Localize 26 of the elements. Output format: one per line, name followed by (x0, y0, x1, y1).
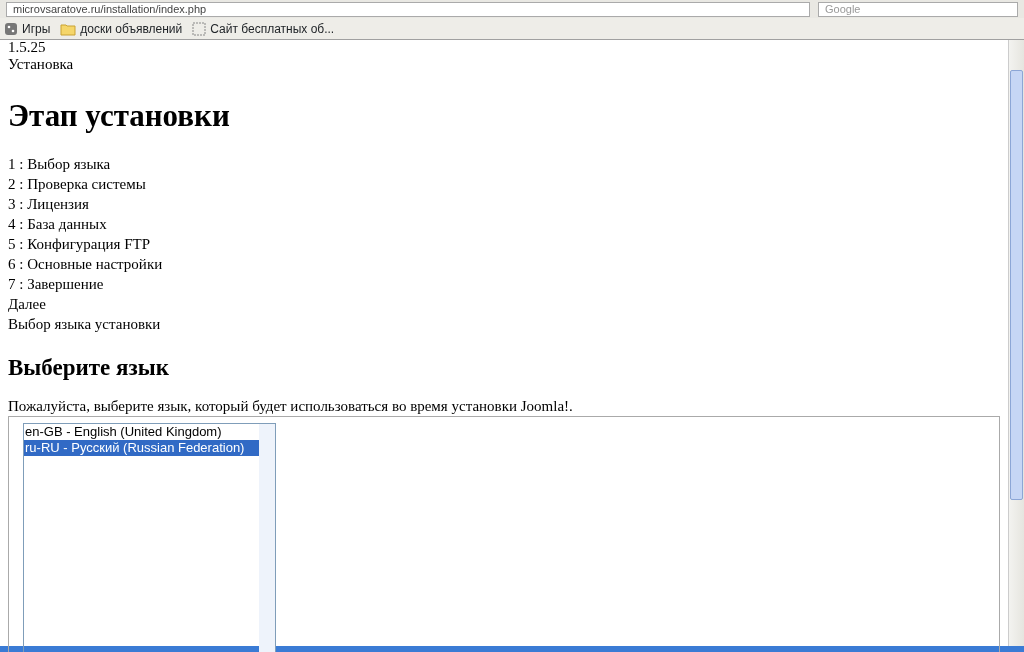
instructions-text: Пожалуйста, выберите язык, который будет использоваться во время установки Joomla!. (8, 397, 574, 416)
next-link[interactable]: Далее (8, 294, 1000, 314)
page-icon (192, 21, 207, 36)
scrollbar-thumb[interactable] (1010, 70, 1023, 500)
step-item: 7 : Завершение (8, 275, 105, 294)
language-option[interactable]: ru-RU - Русский (Russian Federation) (24, 440, 259, 456)
language-option[interactable]: en-GB - English (United Kingdom) (24, 424, 259, 440)
version-text: 1.5.25 (8, 40, 47, 54)
bookmark[interactable]: Игры (22, 21, 51, 36)
step-item: 2 : Проверка системы (8, 175, 147, 194)
section-title: Выбор языка установки (8, 315, 162, 334)
listbox-scrollbar[interactable] (259, 424, 275, 652)
dice-icon (4, 21, 18, 36)
bookmark[interactable]: Сайт бесплатных об... (210, 21, 335, 36)
step-item: 4 : База данных (8, 215, 108, 234)
address-bar[interactable]: microvsaratove.ru/installation/index.php (6, 1, 810, 17)
scrollbar[interactable] (1008, 40, 1024, 646)
section-heading: Выберите язык (8, 354, 170, 382)
page-heading: Этап установки (8, 98, 231, 134)
bookmark[interactable]: доски объявлений (80, 21, 183, 36)
step-item: 5 : Конфигурация FTP (8, 235, 152, 254)
step-item: 3 : Лицензия (8, 195, 90, 214)
step-item: 1 : Выбор языка (8, 155, 112, 174)
step-item: 6 : Основные настройки (8, 255, 164, 274)
install-link[interactable]: Установка (8, 54, 1000, 74)
folder-icon (60, 21, 77, 36)
